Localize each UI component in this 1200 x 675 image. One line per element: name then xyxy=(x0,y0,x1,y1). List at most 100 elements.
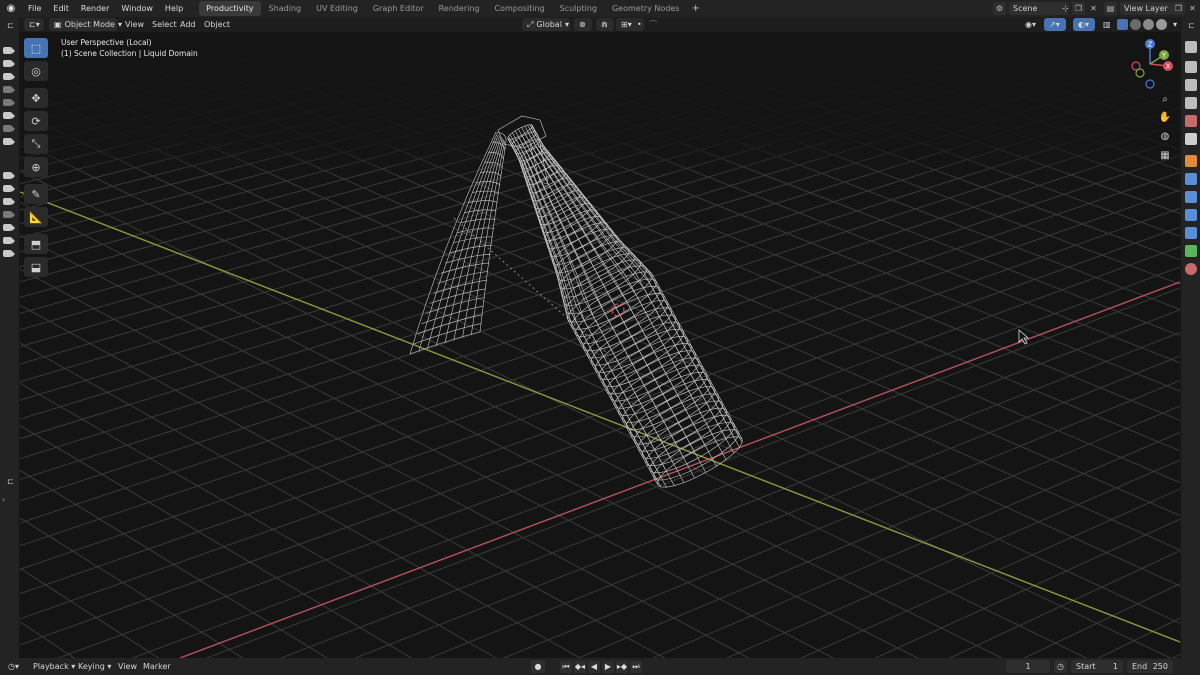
view-layer-icon[interactable]: ▤ xyxy=(1104,2,1117,15)
camera-icon[interactable] xyxy=(3,250,15,257)
menu-keying[interactable]: Keying ▾ xyxy=(74,660,115,673)
object-properties-icon[interactable] xyxy=(1185,155,1197,167)
expand-chevron-icon[interactable]: › xyxy=(2,495,5,504)
auto-keying-button[interactable]: ● xyxy=(531,660,545,673)
proportional-edit-button[interactable]: • xyxy=(632,18,644,31)
preview-range-button[interactable]: ◷ xyxy=(1054,660,1067,673)
overlay-toggle-button[interactable]: ◐▾ xyxy=(1073,18,1095,31)
editor-type-icon[interactable]: ⊏ xyxy=(4,19,17,32)
scene-properties-icon[interactable] xyxy=(1185,115,1197,127)
menu-view[interactable]: View xyxy=(114,660,141,673)
add-workspace-button[interactable]: + xyxy=(687,3,703,14)
camera-icon[interactable] xyxy=(3,47,15,54)
output-properties-icon[interactable] xyxy=(1185,79,1197,91)
camera-icon[interactable] xyxy=(3,211,15,218)
camera-icon[interactable] xyxy=(3,125,15,132)
tab-uv-editing[interactable]: UV Editing xyxy=(309,1,365,16)
camera-icon[interactable] xyxy=(3,198,15,205)
camera-view-icon[interactable]: ◍ xyxy=(1157,128,1173,144)
timeline-editor-icon[interactable]: ◷▾ xyxy=(4,660,23,673)
add-object-icon[interactable]: ⬓ xyxy=(24,257,48,277)
falloff-button[interactable]: ⌒ xyxy=(644,18,662,31)
jump-end-icon[interactable]: ⏭ xyxy=(630,660,642,673)
tab-compositing[interactable]: Compositing xyxy=(487,1,551,16)
transform-orientation-selector[interactable]: ⤢ Global ▾ xyxy=(522,18,570,31)
editor-type-button[interactable]: ⊏▾ xyxy=(24,18,44,31)
add-cube-icon[interactable]: ⬒ xyxy=(24,234,48,254)
menu-file[interactable]: File xyxy=(22,0,47,17)
wireframe-shading-icon[interactable] xyxy=(1117,19,1128,30)
modifier-properties-icon[interactable] xyxy=(1185,173,1197,185)
pan-hand-icon[interactable]: ✋ xyxy=(1157,109,1173,125)
jump-start-icon[interactable]: ⏮ xyxy=(560,660,572,673)
physics-properties-icon[interactable] xyxy=(1185,209,1197,221)
material-properties-icon[interactable] xyxy=(1185,263,1197,275)
camera-icon[interactable] xyxy=(3,60,15,67)
visibility-button[interactable]: ◉▾ xyxy=(1020,18,1041,31)
next-keyframe-icon[interactable]: ▸◆ xyxy=(616,660,628,673)
select-box-icon[interactable]: ⬚ xyxy=(24,38,48,58)
mode-selector[interactable]: ▣ Object Mode ▾ xyxy=(49,18,122,31)
gizmo-toggle-button[interactable]: ↗▾ xyxy=(1044,18,1066,31)
material-shading-icon[interactable] xyxy=(1143,19,1154,30)
zoom-icon[interactable]: ⌕ xyxy=(1157,91,1173,107)
menu-add[interactable]: Add xyxy=(175,18,201,31)
annotate-icon[interactable]: ✎ xyxy=(24,184,48,204)
editor-type-icon[interactable]: ⊏ xyxy=(1185,19,1198,32)
measure-icon[interactable]: 📐 xyxy=(24,207,48,227)
menu-marker[interactable]: Marker xyxy=(139,660,175,673)
play-icon[interactable]: ▶ xyxy=(602,660,614,673)
camera-icon[interactable] xyxy=(3,172,15,179)
menu-help[interactable]: Help xyxy=(159,0,189,17)
new-view-layer-icon[interactable]: ❐ xyxy=(1172,2,1185,15)
tab-rendering[interactable]: Rendering xyxy=(432,1,487,16)
menu-window[interactable]: Window xyxy=(115,0,159,17)
camera-icon[interactable] xyxy=(3,237,15,244)
world-properties-icon[interactable] xyxy=(1185,133,1197,145)
move-icon[interactable]: ✥ xyxy=(24,88,48,108)
scene-icon[interactable]: ⚙ xyxy=(993,2,1006,15)
camera-icon[interactable] xyxy=(3,112,15,119)
editor-type-icon[interactable]: ⊏ xyxy=(4,475,17,488)
delete-scene-icon[interactable]: ✕ xyxy=(1087,2,1100,15)
camera-icon[interactable] xyxy=(3,185,15,192)
perspective-toggle-icon[interactable]: ▦ xyxy=(1157,147,1173,163)
camera-icon[interactable] xyxy=(3,99,15,106)
view-layer-selector[interactable]: View Layer xyxy=(1120,2,1172,15)
camera-icon[interactable] xyxy=(3,73,15,80)
scale-icon[interactable]: ⤡ xyxy=(24,134,48,154)
tool-properties-icon[interactable] xyxy=(1185,41,1197,53)
gizmo-neg-z-axis[interactable] xyxy=(1145,79,1155,89)
solid-shading-icon[interactable] xyxy=(1130,19,1141,30)
transform-icon[interactable]: ⊕ xyxy=(24,157,48,177)
rendered-shading-icon[interactable] xyxy=(1156,19,1167,30)
tab-sculpting[interactable]: Sculpting xyxy=(553,1,604,16)
play-reverse-icon[interactable]: ◀ xyxy=(588,660,600,673)
data-properties-icon[interactable] xyxy=(1185,245,1197,257)
menu-render[interactable]: Render xyxy=(75,0,115,17)
tab-geometry-nodes[interactable]: Geometry Nodes xyxy=(605,1,686,16)
constraint-properties-icon[interactable] xyxy=(1185,227,1197,239)
camera-icon[interactable] xyxy=(3,86,15,93)
menu-object[interactable]: Object xyxy=(199,18,235,31)
menu-edit[interactable]: Edit xyxy=(47,0,75,17)
rotate-icon[interactable]: ⟳ xyxy=(24,111,48,131)
end-frame-field[interactable]: End 250 xyxy=(1127,660,1173,673)
menu-playback[interactable]: Playback ▾ xyxy=(29,660,79,673)
tab-graph-editor[interactable]: Graph Editor xyxy=(366,1,431,16)
pivot-point-button[interactable]: ⊗ xyxy=(574,18,592,31)
xray-button[interactable]: ▥ xyxy=(1098,18,1116,31)
viewport-canvas[interactable] xyxy=(20,32,1180,658)
cursor-icon[interactable]: ◎ xyxy=(24,61,48,81)
pin-icon[interactable]: ⊹ xyxy=(1059,2,1072,15)
prev-keyframe-icon[interactable]: ◆◂ xyxy=(574,660,586,673)
tab-productivity[interactable]: Productivity xyxy=(199,1,261,16)
new-scene-icon[interactable]: ❐ xyxy=(1072,2,1085,15)
render-properties-icon[interactable] xyxy=(1185,61,1197,73)
view-layer-properties-icon[interactable] xyxy=(1185,97,1197,109)
camera-icon[interactable] xyxy=(3,224,15,231)
camera-icon[interactable] xyxy=(3,138,15,145)
delete-view-layer-icon[interactable]: ✕ xyxy=(1186,2,1199,15)
navigation-gizmo[interactable]: Z X Y xyxy=(1128,38,1178,92)
menu-view[interactable]: View xyxy=(120,18,149,31)
